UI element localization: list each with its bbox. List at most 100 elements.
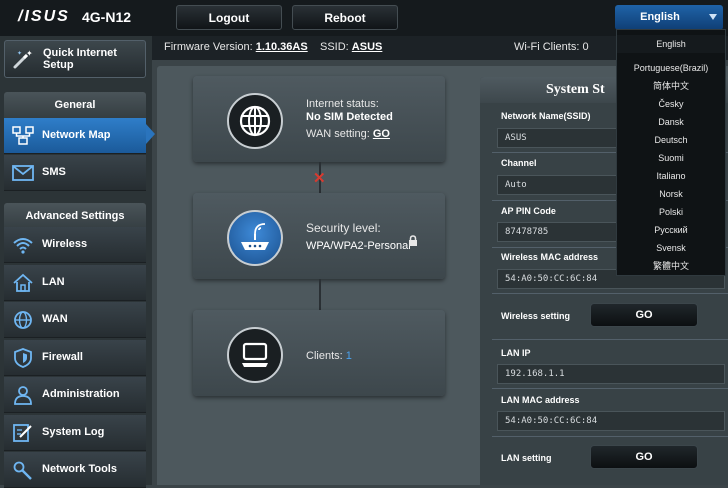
quick-internet-setup-label: Quick Internet Setup — [43, 47, 117, 71]
divider — [492, 436, 728, 437]
computer-icon — [242, 342, 268, 367]
language-option-simplified-chinese[interactable]: 简体中文 — [617, 77, 725, 95]
security-level-label: Security level: — [306, 221, 381, 235]
sidebar-item-label: WAN — [42, 313, 68, 325]
internet-status-label: Internet status: — [306, 98, 379, 110]
sidebar-item-label: Network Map — [42, 129, 111, 141]
shield-icon — [14, 348, 32, 368]
language-option-norwegian[interactable]: Norsk — [617, 185, 725, 203]
firmware-label: Firmware Version: — [164, 41, 253, 53]
clients-info: Clients: 1 — [306, 350, 352, 362]
language-option-finnish[interactable]: Suomi — [617, 149, 725, 167]
firmware-link[interactable]: 1.10.36AS — [256, 41, 308, 53]
wan-setting-label: WAN setting: — [306, 128, 370, 140]
sidebar-item-administration[interactable]: Administration — [4, 377, 146, 413]
ap-pin-label: AP PIN Code — [501, 206, 556, 216]
router-icon — [241, 223, 269, 250]
language-option-english[interactable]: English — [617, 35, 725, 53]
wifi-clients-count: 0 — [582, 41, 589, 53]
wan-setting: WAN setting: GO — [306, 128, 390, 140]
clients-card[interactable]: Clients: 1 — [193, 310, 445, 396]
divider — [492, 388, 728, 389]
lan-mac-field: 54:A0:50:CC:6C:84 — [497, 411, 725, 431]
wireless-setting-label: Wireless setting — [501, 311, 570, 321]
log-icon — [13, 424, 32, 442]
channel-label: Channel — [501, 158, 537, 168]
model-name: 4G-N12 — [82, 9, 132, 25]
reboot-button[interactable]: Reboot — [292, 5, 398, 30]
lan-setting-label: LAN setting — [501, 453, 552, 463]
ssid-info: SSID: ASUS — [320, 41, 382, 53]
internet-node[interactable] — [227, 93, 283, 149]
disconnected-icon: ✕ — [313, 170, 326, 187]
logout-button[interactable]: Logout — [176, 5, 282, 30]
router-card[interactable]: Security level: WPA/WPA2-Personal — [193, 193, 445, 279]
system-status-title: System St — [546, 82, 605, 97]
sidebar-item-label: Administration — [42, 388, 120, 400]
sidebar-item-sms[interactable]: SMS — [4, 155, 146, 191]
lan-mac-label: LAN MAC address — [501, 395, 580, 405]
language-current: English — [640, 11, 680, 23]
router-node[interactable] — [227, 210, 283, 266]
sidebar-item-label: System Log — [42, 426, 105, 438]
divider — [492, 293, 728, 294]
internet-status-value: No SIM Detected — [306, 111, 393, 123]
wifi-clients-label: Wi-Fi Clients: — [514, 41, 580, 53]
language-select[interactable]: English — [615, 5, 723, 30]
lan-ip-field: 192.168.1.1 — [497, 364, 725, 384]
globe-icon — [14, 311, 32, 329]
network-map-icon — [12, 126, 34, 145]
ssid-label: SSID: — [320, 41, 349, 53]
sidebar-item-network-tools[interactable]: Network Tools — [4, 452, 146, 488]
sidebar-item-label: Network Tools — [42, 463, 117, 475]
internet-status-card[interactable]: Internet status: No SIM Detected WAN set… — [193, 76, 445, 162]
language-option-portuguese[interactable]: Portuguese(Brazil) — [617, 59, 725, 77]
home-icon — [13, 273, 33, 292]
active-indicator — [146, 124, 155, 144]
magic-wand-icon: ✦ ✦ — [13, 49, 33, 69]
lan-ip-label: LAN IP — [501, 348, 531, 358]
language-option-swedish[interactable]: Svensk — [617, 239, 725, 257]
language-option-italian[interactable]: Italiano — [617, 167, 725, 185]
language-option-traditional-chinese[interactable]: 繁體中文 — [617, 257, 725, 275]
advanced-settings-header: Advanced Settings — [4, 203, 146, 229]
sidebar: ✦ ✦ Quick Internet Setup General Network… — [0, 36, 152, 488]
sidebar-item-lan[interactable]: LAN — [4, 265, 146, 301]
firmware-version: Firmware Version: 1.10.36AS — [164, 41, 308, 53]
sidebar-item-label: Wireless — [42, 238, 88, 250]
user-icon — [14, 386, 32, 405]
language-dropdown: English Portuguese(Brazil) 简体中文 Česky Da… — [616, 29, 726, 276]
quick-internet-setup-button[interactable]: ✦ ✦ Quick Internet Setup — [4, 40, 146, 78]
clients-count[interactable]: 1 — [346, 350, 352, 362]
sidebar-item-label: LAN — [42, 276, 65, 288]
wireless-setting-go-button[interactable]: GO — [590, 303, 698, 327]
sidebar-item-network-map[interactable]: Network Map — [4, 118, 146, 154]
lock-icon — [409, 235, 417, 246]
language-option-polish[interactable]: Polski — [617, 203, 725, 221]
language-option-czech[interactable]: Česky — [617, 95, 725, 113]
sidebar-item-system-log[interactable]: System Log — [4, 415, 146, 451]
language-option-russian[interactable]: Русский — [617, 221, 725, 239]
brand-logo: /ISUS — [18, 8, 70, 25]
tools-icon — [13, 461, 32, 480]
sidebar-item-label: SMS — [42, 166, 66, 178]
sidebar-item-firewall[interactable]: Firewall — [4, 340, 146, 376]
svg-text:✦: ✦ — [26, 49, 33, 58]
lan-setting-go-button[interactable]: GO — [590, 445, 698, 469]
sidebar-item-wireless[interactable]: Wireless — [4, 227, 146, 263]
security-level-value: WPA/WPA2-Personal — [306, 240, 411, 252]
wifi-icon — [13, 238, 33, 254]
wan-setting-go-link[interactable]: GO — [373, 128, 390, 140]
clients-node[interactable] — [227, 327, 283, 383]
chevron-down-icon — [709, 14, 717, 20]
language-option-german[interactable]: Deutsch — [617, 131, 725, 149]
globe-icon — [239, 105, 271, 137]
divider — [492, 339, 728, 340]
wireless-mac-label: Wireless MAC address — [501, 252, 598, 262]
svg-text:✦: ✦ — [17, 50, 22, 57]
sidebar-item-label: Firewall — [42, 351, 83, 363]
wifi-clients: Wi-Fi Clients: 0 — [514, 41, 589, 53]
sidebar-item-wan[interactable]: WAN — [4, 302, 146, 338]
ssid-link[interactable]: ASUS — [352, 41, 383, 53]
language-option-danish[interactable]: Dansk — [617, 113, 725, 131]
